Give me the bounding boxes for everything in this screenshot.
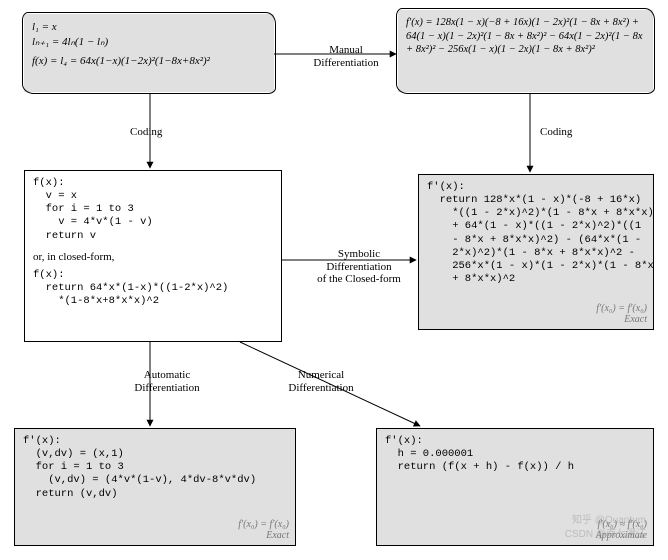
autodiff-code-block: f'(x): (v,dv) = (x,1) for i = 1 to 3 (v,…	[23, 435, 287, 501]
fx-closed-form-code: f(x): return 64*x*(1-x)*((1-2*x)^2) *(1-…	[33, 269, 273, 308]
watermark-csdn: CSDN @南七澄江	[565, 525, 646, 540]
edge-label-coding-right: Coding	[540, 126, 572, 139]
fprime-code-block: f'(x): return 128*x*(1 - x)*(-8 + 16*x) …	[427, 181, 645, 286]
numdiff-code-block: f'(x): h = 0.000001 return (f(x + h) - f…	[385, 435, 645, 474]
watermark-zhihu: 知乎 @Quantum	[572, 511, 646, 526]
box-autodiff: f'(x): (v,dv) = (x,1) for i = 1 to 3 (v,…	[14, 428, 296, 546]
edge-label-numdiff: NumericalDifferentiation	[276, 369, 366, 394]
box-function-definition: l₁ = x lₙ₊₁ = 4lₙ(1 − lₙ) f(x) = l₄ = 64…	[24, 14, 274, 92]
box-fx-code: f(x): v = x for i = 1 to 3 v = 4*v*(1 - …	[24, 170, 282, 342]
defn-l1: l₁ = x	[32, 20, 266, 35]
edge-label-manual: ManualDifferentiation	[306, 44, 386, 69]
defn-ln1: lₙ₊₁ = 4lₙ(1 − lₙ)	[32, 35, 266, 50]
box-fprime-code: f'(x): return 128*x*(1 - x)*(-8 + 16*x) …	[418, 174, 654, 330]
manual-deriv-text: f′(x) = 128x(1 − x)(−8 + 16x)(1 − 2x)²(1…	[406, 16, 645, 57]
fx-code-block: f(x): v = x for i = 1 to 3 v = 4*v*(1 - …	[33, 177, 273, 243]
fx-sep: or, in closed-form,	[33, 251, 273, 263]
edge-label-symbolic: SymbolicDifferentiationof the Closed-for…	[304, 248, 414, 286]
defn-fx: f(x) = l₄ = 64x(1−x)(1−2x)²(1−8x+8x²)²	[32, 54, 266, 69]
edge-label-coding-left: Coding	[130, 126, 162, 139]
edge-label-autodiff: AutomaticDifferentiation	[122, 369, 212, 394]
fprime-note: f'(x₀) = f′(x₀) Exact	[596, 303, 647, 325]
box-manual-derivative: f′(x) = 128x(1 − x)(−8 + 16x)(1 − 2x)²(1…	[398, 10, 653, 92]
autodiff-note: f'(x₀) = f′(x₀) Exact	[238, 519, 289, 541]
